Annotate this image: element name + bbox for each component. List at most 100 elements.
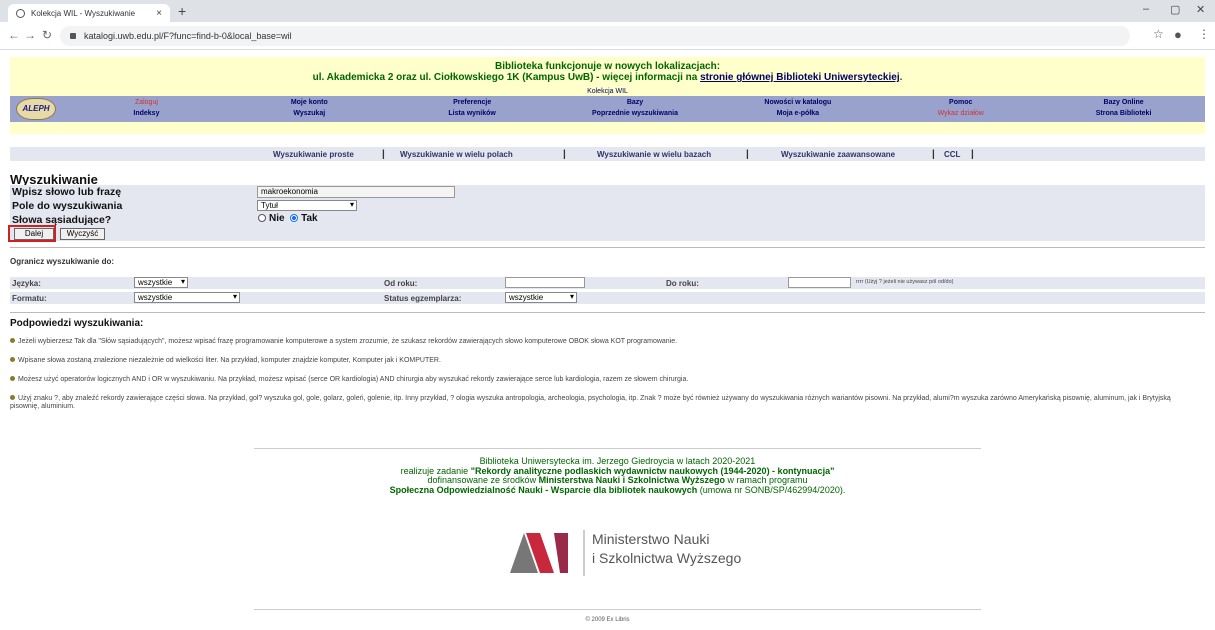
collection-name: Kolekcja WIL [10,88,1205,96]
menu-kebab-icon[interactable]: ⋮ [1198,27,1210,41]
menu-my-account[interactable]: Moje konto [228,98,391,107]
lock-icon [70,33,76,39]
tab-multi-base-search[interactable]: Wyszukiwanie w wielu bazach [597,150,711,159]
tab-separator: | [971,149,974,160]
banner-line2: ul. Akademicka 2 oraz ul. Ciołkowskiego … [312,72,701,83]
tab-multi-field-search[interactable]: Wyszukiwanie w wielu polach [400,150,513,159]
tab-close-icon[interactable]: × [156,8,162,19]
hint-item: Możesz użyć operatorów logicznych AND i … [10,376,1200,384]
program-name: Społeczna Odpowiedzialność Nauki - Wspar… [389,484,698,495]
bullet-icon [10,357,15,362]
menu-preferences[interactable]: Preferencje [391,98,554,107]
bullet-icon [10,376,15,381]
forward-icon[interactable]: → [24,28,36,42]
funding-line3: dofinansowane ze środków [427,475,539,485]
project-title: "Rekordy analityczne podlaskich wydawnic… [470,465,835,476]
phrase-label: Wpisz słowo lub frazę [12,186,122,198]
funding-note: Biblioteka Uniwersytecka im. Jerzego Gie… [254,456,981,495]
bullet-icon [10,395,15,400]
minimize-icon[interactable]: – [1143,3,1149,15]
menu-login[interactable]: Zaloguj [65,98,228,107]
menu-indexes[interactable]: Indeksy [65,109,228,118]
new-tab-button[interactable]: + [178,3,186,19]
tab-separator: | [382,149,385,160]
tab-title: Kolekcja WIL - Wyszukiwanie [31,8,136,18]
radio-yes[interactable] [290,214,299,222]
divider [10,247,1205,248]
status-bar [10,122,1205,134]
menu-help[interactable]: Pomoc [879,98,1042,107]
ministry-name: Ministerstwa Nauki i Szkolnictwa Wyższeg… [538,475,725,485]
tab-separator: | [563,149,566,160]
limits-row-2: Formatu: wszystkie Status egzemplarza: w… [10,292,1205,304]
divider [254,448,981,449]
menu-results-list[interactable]: Lista wyników [391,109,554,118]
menu-previous-searches[interactable]: Poprzednie wyszukiwania [554,109,717,118]
search-form: Wpisz słowo lub frazę makroekonomia Pole… [10,185,1205,241]
limits-heading: Ogranicz wyszukiwanie do: [10,257,115,266]
radio-no-label: Nie [269,213,285,224]
menu-row-2: Indeksy Wyszukaj Lista wyników Poprzedni… [65,109,1205,118]
menu-library-page[interactable]: Strona Biblioteki [1042,109,1205,118]
address-bar[interactable]: katalogi.uwb.edu.pl/F?func=find-b-0&loca… [60,26,1130,46]
search-input[interactable]: makroekonomia [257,186,455,198]
tab-simple-search[interactable]: Wyszukiwanie proste [273,150,354,159]
menu-new-in-catalog[interactable]: Nowości w katalogu [716,98,879,107]
search-field-select[interactable]: Tytuł [257,200,357,211]
hints-heading: Podpowiedzi wyszukiwania: [10,318,144,329]
globe-icon [16,8,25,18]
from-year-label: Od roku: [384,279,418,288]
hint-item: Wpisane słowa zostaną znalezione niezale… [10,357,1200,365]
tab-separator: | [932,149,935,160]
menu-search[interactable]: Wyszukaj [228,109,391,118]
back-icon[interactable]: ← [8,28,20,42]
to-year-label: Do roku: [666,279,699,288]
bookmark-star-icon[interactable]: ☆ [1153,27,1164,41]
banner-line1: Biblioteka funkcjonuje w nowych lokaliza… [494,61,721,72]
submit-highlight-box [8,225,56,242]
divider [10,312,1205,313]
limits-row-1: Języka: wszystkie Od roku: Do roku: rrrr… [10,277,1205,289]
hint-text: Możesz użyć operatorów logicznych AND i … [18,376,689,383]
tab-ccl[interactable]: CCL [944,150,960,159]
bullet-icon [10,338,15,343]
address-toolbar: ← → ↻ katalogi.uwb.edu.pl/F?func=find-b-… [0,22,1215,50]
menu-departments[interactable]: Wykaz działów [879,109,1042,118]
banner-line2-end: . [899,72,903,83]
hint-item: Jeżeli wybierzesz Tak dla "Słów sąsiaduj… [10,338,1200,346]
profile-icon[interactable]: ● [1174,27,1182,42]
ministry-logo-text: Ministerstwo Nauki i Szkolnictwa Wyższeg… [592,530,741,568]
reload-icon[interactable]: ↻ [42,28,52,42]
aleph-logo[interactable]: ALEPH [16,98,56,120]
menu-online-databases[interactable]: Bazy Online [1042,98,1205,107]
menu-e-shelf[interactable]: Moja e-półka [716,109,879,118]
library-home-link[interactable]: stronie głównej Biblioteki Uniwersytecki… [700,72,900,83]
tab-advanced-search[interactable]: Wyszukiwanie zaawansowane [781,150,895,159]
radio-yes-label: Tak [301,213,318,224]
maximize-icon[interactable]: ▢ [1170,3,1180,16]
clear-button[interactable]: Wyczyść [60,228,105,240]
browser-tab-strip: Kolekcja WIL - Wyszukiwanie × + – ▢ ✕ [0,0,1215,22]
language-select[interactable]: wszystkie [134,277,188,288]
year-note: rrrr (Użyj ? jeżeli nie używasz pól od/d… [856,279,954,285]
format-select[interactable]: wszystkie [134,292,240,303]
status-select[interactable]: wszystkie [505,292,577,303]
contract-number: (umowa nr SONB/SP/462994/2020). [697,484,846,495]
funding-line2: realizuje zadanie [400,465,471,476]
tab-separator: | [746,149,749,160]
window-close-icon[interactable]: ✕ [1196,3,1205,16]
logo-shape-dark [554,533,568,573]
to-year-input[interactable] [788,277,851,288]
from-year-input[interactable] [505,277,585,288]
radio-no[interactable] [258,214,266,222]
browser-tab[interactable]: Kolekcja WIL - Wyszukiwanie × [8,4,170,22]
field-label: Pole do wyszukiwania [12,200,123,212]
search-type-tabs: Wyszukiwanie proste | Wyszukiwanie w wie… [10,147,1205,161]
hint-text: Jeżeli wybierzesz Tak dla "Słów sąsiaduj… [18,338,678,345]
menu-databases[interactable]: Bazy [554,98,717,107]
menu-row-1: Zaloguj Moje konto Preferencje Bazy Nowo… [65,98,1205,107]
ministry-line1: Ministerstwo Nauki [592,531,710,547]
format-label: Formatu: [12,294,47,303]
main-menu: ALEPH Zaloguj Moje konto Preferencje Baz… [10,96,1205,122]
hint-text: Użyj znaku ?, aby znaleźć rekordy zawier… [10,395,1171,410]
